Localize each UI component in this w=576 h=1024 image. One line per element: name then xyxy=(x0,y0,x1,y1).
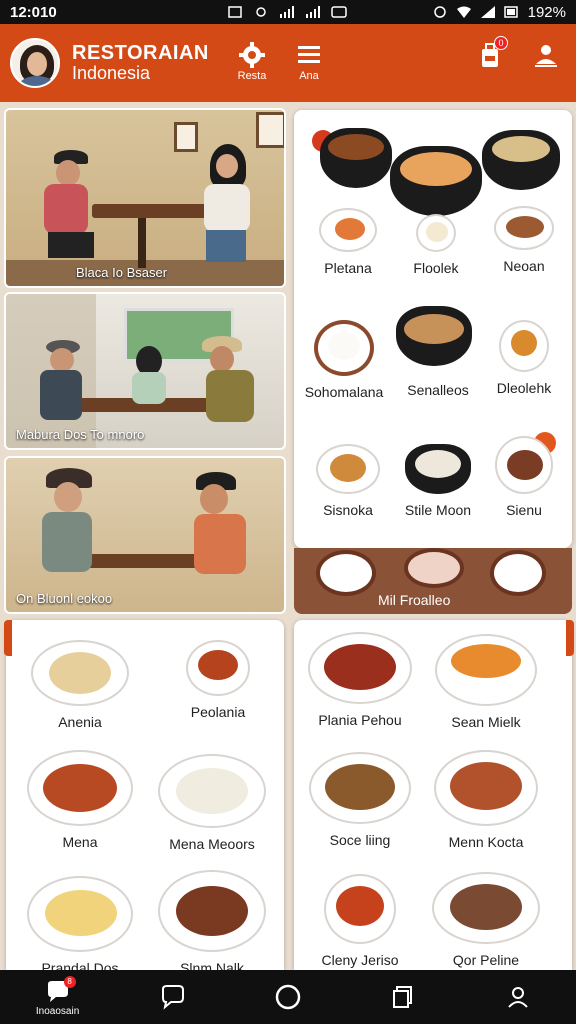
dish-label: Mena xyxy=(62,834,98,850)
nav-home[interactable] xyxy=(248,983,328,1011)
dish-label: Peolania xyxy=(190,704,246,720)
user-upload-icon xyxy=(535,45,557,67)
dish-pot xyxy=(482,130,560,190)
nav-recents[interactable] xyxy=(363,983,443,1011)
dish-label: Cleny Jeriso xyxy=(321,952,399,968)
app-header: RESTORAIAN Indonesia Resta Ana 0 xyxy=(0,24,576,102)
dish-card[interactable]: Mena xyxy=(20,750,140,850)
gear-icon xyxy=(239,42,265,68)
restaurant-photo[interactable]: On Bluonl eokoo xyxy=(4,456,286,614)
hotspot-icon xyxy=(255,7,266,17)
brand-subtitle: Indonesia xyxy=(72,63,151,84)
nav-label: Inoaosain xyxy=(35,1005,80,1017)
menu-button[interactable]: Ana xyxy=(287,40,331,82)
dish-grid-right: Plania Pehou Sean Mielk Soce liing Menn … xyxy=(294,620,574,970)
recents-icon xyxy=(393,986,413,1008)
dish-grid-left: Anenia Peolania Mena Mena Meoors Prandal… xyxy=(4,620,284,976)
cart-button[interactable]: 0 xyxy=(468,36,512,70)
dish-card[interactable]: Soce liing xyxy=(300,752,420,848)
dish-card[interactable]: Cleny Jeriso xyxy=(300,874,420,968)
nav-chat[interactable]: 8 Inoaosain xyxy=(18,975,98,1017)
dish-label: Anenia xyxy=(58,714,102,730)
settings-label: Resta xyxy=(237,70,267,82)
nav-badge: 8 xyxy=(63,975,76,988)
menu-item-label: Sienu xyxy=(506,502,542,518)
nfc-icon xyxy=(330,6,347,18)
dish-label: Plania Pehou xyxy=(318,712,402,728)
battery-percent: 192% xyxy=(527,3,566,21)
dish-label: Menn Kocta xyxy=(448,834,524,850)
battery-icon xyxy=(503,6,518,18)
avatar[interactable] xyxy=(10,38,60,88)
menu-item[interactable]: Neoan xyxy=(464,206,576,274)
dish-card[interactable]: Plania Pehou xyxy=(300,632,420,728)
photo-caption: On Bluonl eokoo xyxy=(16,591,113,606)
nav-messages[interactable] xyxy=(133,983,213,1011)
dish-label: Mena Meoors xyxy=(169,836,255,852)
dish-card[interactable]: Sean Mielk xyxy=(426,634,546,730)
photo-caption: Blaca Io Bsaser xyxy=(76,265,168,280)
dish-card[interactable]: Qor Peline xyxy=(426,872,546,968)
promo-strip-caption: Mil Froalleo xyxy=(378,592,451,608)
dish-card[interactable]: Menn Kocta xyxy=(426,750,546,850)
menu-item-label: Neoan xyxy=(503,258,545,274)
profile-icon xyxy=(508,987,529,1008)
alert-icon xyxy=(433,6,446,18)
hamburger-icon xyxy=(298,46,320,63)
dish-card[interactable]: Mena Meoors xyxy=(152,754,272,852)
promo-strip[interactable]: Mil Froalleo xyxy=(294,548,572,614)
menu-label: Ana xyxy=(299,70,319,82)
dish-card[interactable]: Peolania xyxy=(158,640,278,720)
bottom-nav: 8 Inoaosain xyxy=(0,970,576,1024)
dish-card[interactable]: Slnm Nalk xyxy=(152,870,272,976)
cart-badge: 0 xyxy=(494,36,508,50)
menu-grid-card: Pletana Floolek Neoan Sohomalana Senalle… xyxy=(294,110,572,548)
nav-profile[interactable] xyxy=(478,983,558,1011)
dish-pot xyxy=(396,306,472,366)
clock: 12:010 xyxy=(10,3,57,21)
brand: RESTORAIAN Indonesia xyxy=(72,42,209,84)
dish-label: Sean Mielk xyxy=(451,714,521,730)
menu-item-label: Dleolehk xyxy=(496,380,552,396)
dish-card[interactable]: Prandal Dos xyxy=(20,876,140,976)
brand-title: RESTORAIAN xyxy=(72,42,209,65)
signal-2-icon xyxy=(305,6,320,18)
photo-caption: Mabura Dos To mnoro xyxy=(16,427,145,442)
dish-pot xyxy=(320,128,392,188)
menu-item[interactable]: Sienu xyxy=(464,436,576,518)
profile-button[interactable] xyxy=(524,40,568,70)
screenshot-icon xyxy=(227,6,242,18)
wifi-icon xyxy=(456,6,471,18)
restaurant-photo[interactable]: Blaca Io Bsaser xyxy=(4,108,286,288)
status-bar: 12:010 192% xyxy=(0,0,576,24)
message-icon xyxy=(161,985,184,1010)
dish-label: Qor Peline xyxy=(452,952,520,968)
signal-icon xyxy=(279,6,294,18)
restaurant-photo[interactable]: Mabura Dos To mnoro xyxy=(4,292,286,450)
cell-signal-icon xyxy=(480,6,495,18)
menu-item[interactable]: Dleolehk xyxy=(464,320,576,396)
dish-label: Soce liing xyxy=(329,832,391,848)
home-circle-icon xyxy=(275,984,301,1010)
settings-button[interactable]: Resta xyxy=(230,40,274,82)
dish-card[interactable]: Anenia xyxy=(20,640,140,730)
